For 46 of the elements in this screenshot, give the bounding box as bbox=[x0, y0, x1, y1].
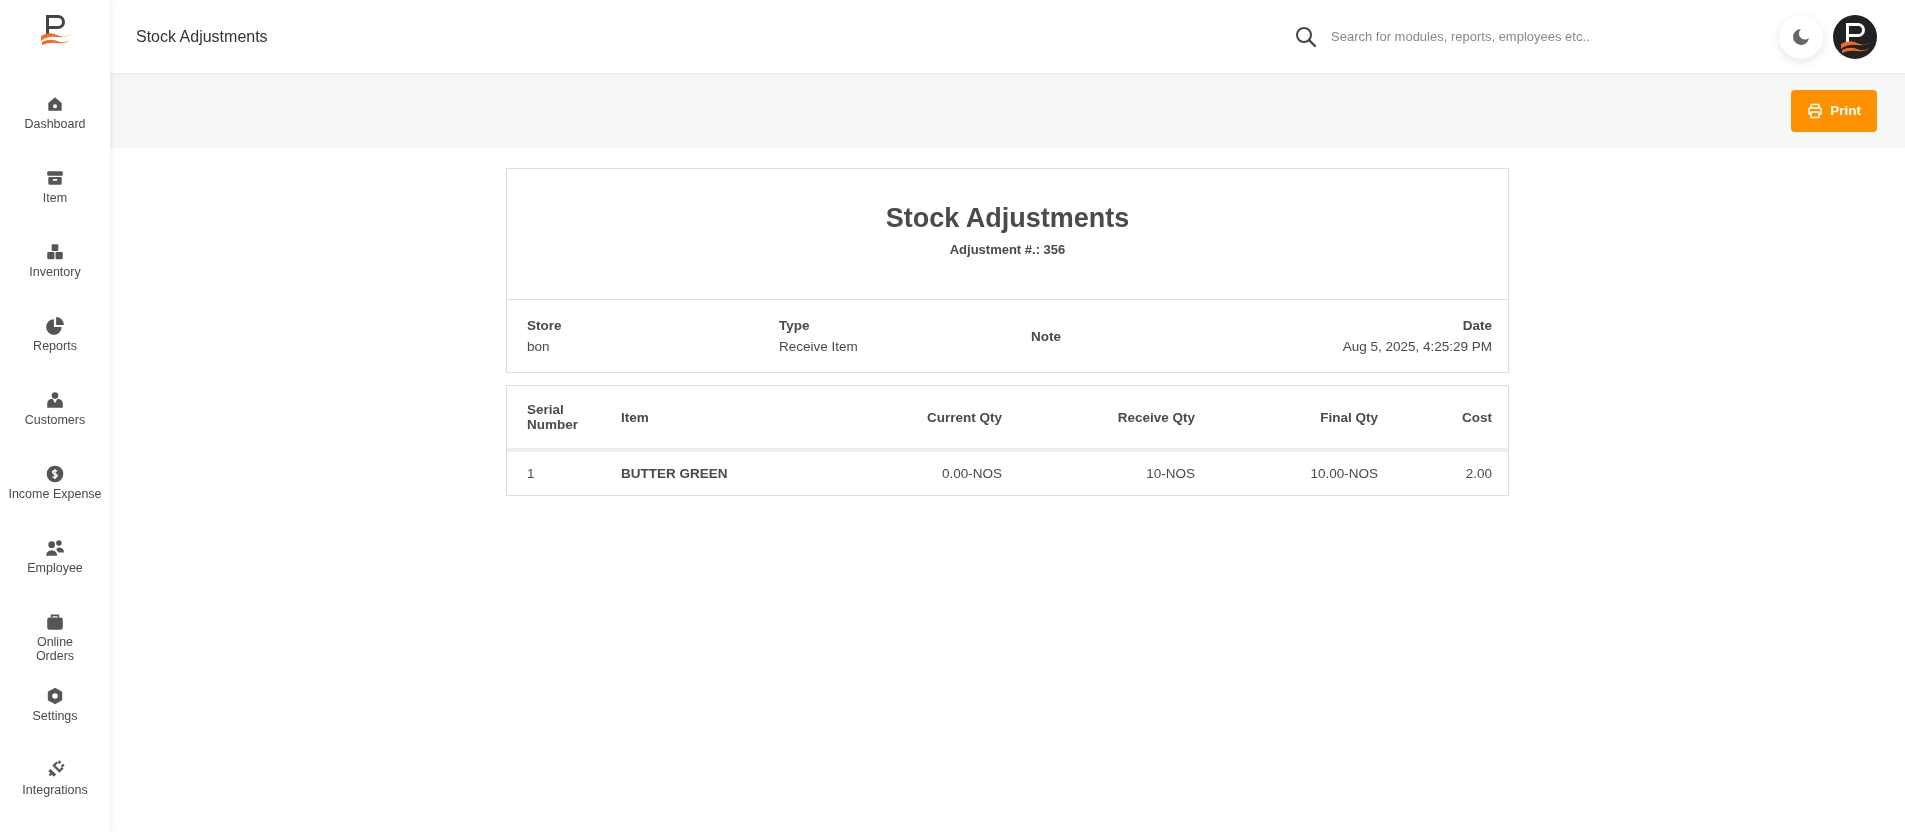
sidebar-item[interactable]: Employee bbox=[7, 534, 103, 608]
sidebar-item[interactable]: Inventory bbox=[7, 238, 103, 312]
column-header: Final Qty bbox=[1319, 408, 1378, 427]
field-value: Aug 5, 2025, 4:25:29 PM bbox=[1342, 339, 1492, 354]
avatar-logo[interactable] bbox=[1833, 14, 1877, 59]
hexagon-gear-icon bbox=[45, 686, 65, 706]
page-title: Stock Adjustments bbox=[136, 27, 269, 46]
dark-mode-button[interactable] bbox=[1779, 14, 1823, 59]
table-cell-text: 0.00-NOS bbox=[940, 465, 1002, 483]
search-icon bbox=[1295, 25, 1317, 48]
adjustment-number: Adjustment #.: 356 bbox=[948, 242, 1067, 257]
sidebar-item[interactable]: Dashboard bbox=[7, 90, 103, 164]
stacked-boxes-icon bbox=[45, 242, 65, 262]
sidebar-item[interactable]: Online Orders bbox=[20, 608, 90, 682]
field-label: Store bbox=[527, 318, 563, 333]
sidebar-item[interactable]: Reports bbox=[7, 312, 103, 386]
dollar-circle-icon bbox=[45, 464, 65, 484]
sidebar-item[interactable]: Customers bbox=[7, 386, 103, 460]
archive-box-icon bbox=[45, 168, 65, 188]
column-header: Serial Number bbox=[527, 401, 579, 434]
sidebar-item[interactable]: Settings bbox=[7, 682, 103, 756]
field-label: Type bbox=[779, 318, 811, 333]
report-title: Stock Adjustments bbox=[884, 203, 1131, 234]
sidebar-item[interactable]: Income Expense bbox=[5, 460, 105, 534]
column-header: Current Qty bbox=[926, 408, 1002, 427]
briefcase-icon bbox=[45, 612, 65, 632]
table-cell-text: 10.00-NOS bbox=[1309, 465, 1378, 483]
table-cell-text: 2.00 bbox=[1464, 465, 1492, 483]
column-header: Cost bbox=[1461, 408, 1492, 427]
printer-icon bbox=[1807, 102, 1824, 119]
table-cell-text: 1 bbox=[527, 465, 536, 483]
column-header: Item bbox=[621, 408, 650, 427]
search-field[interactable]: Search for modules, reports, employees etc.. bbox=[1329, 28, 1713, 45]
person-icon bbox=[45, 390, 65, 410]
table-cell-text: 10-NOS bbox=[1145, 465, 1195, 483]
table-cell-text: BUTTER GREEN bbox=[621, 465, 729, 483]
pie-chart-icon bbox=[45, 316, 65, 336]
field-label: Date bbox=[1462, 318, 1492, 333]
field-value: bon bbox=[527, 339, 551, 354]
field-label: Note bbox=[1031, 328, 1062, 344]
column-header: Receive Qty bbox=[1116, 408, 1195, 427]
sidebar-item[interactable]: Integrations bbox=[7, 756, 103, 830]
moon-icon bbox=[1792, 27, 1810, 46]
field-value: Receive Item bbox=[779, 339, 859, 354]
people-icon bbox=[45, 538, 65, 558]
sidebar-item[interactable]: Item bbox=[7, 164, 103, 238]
